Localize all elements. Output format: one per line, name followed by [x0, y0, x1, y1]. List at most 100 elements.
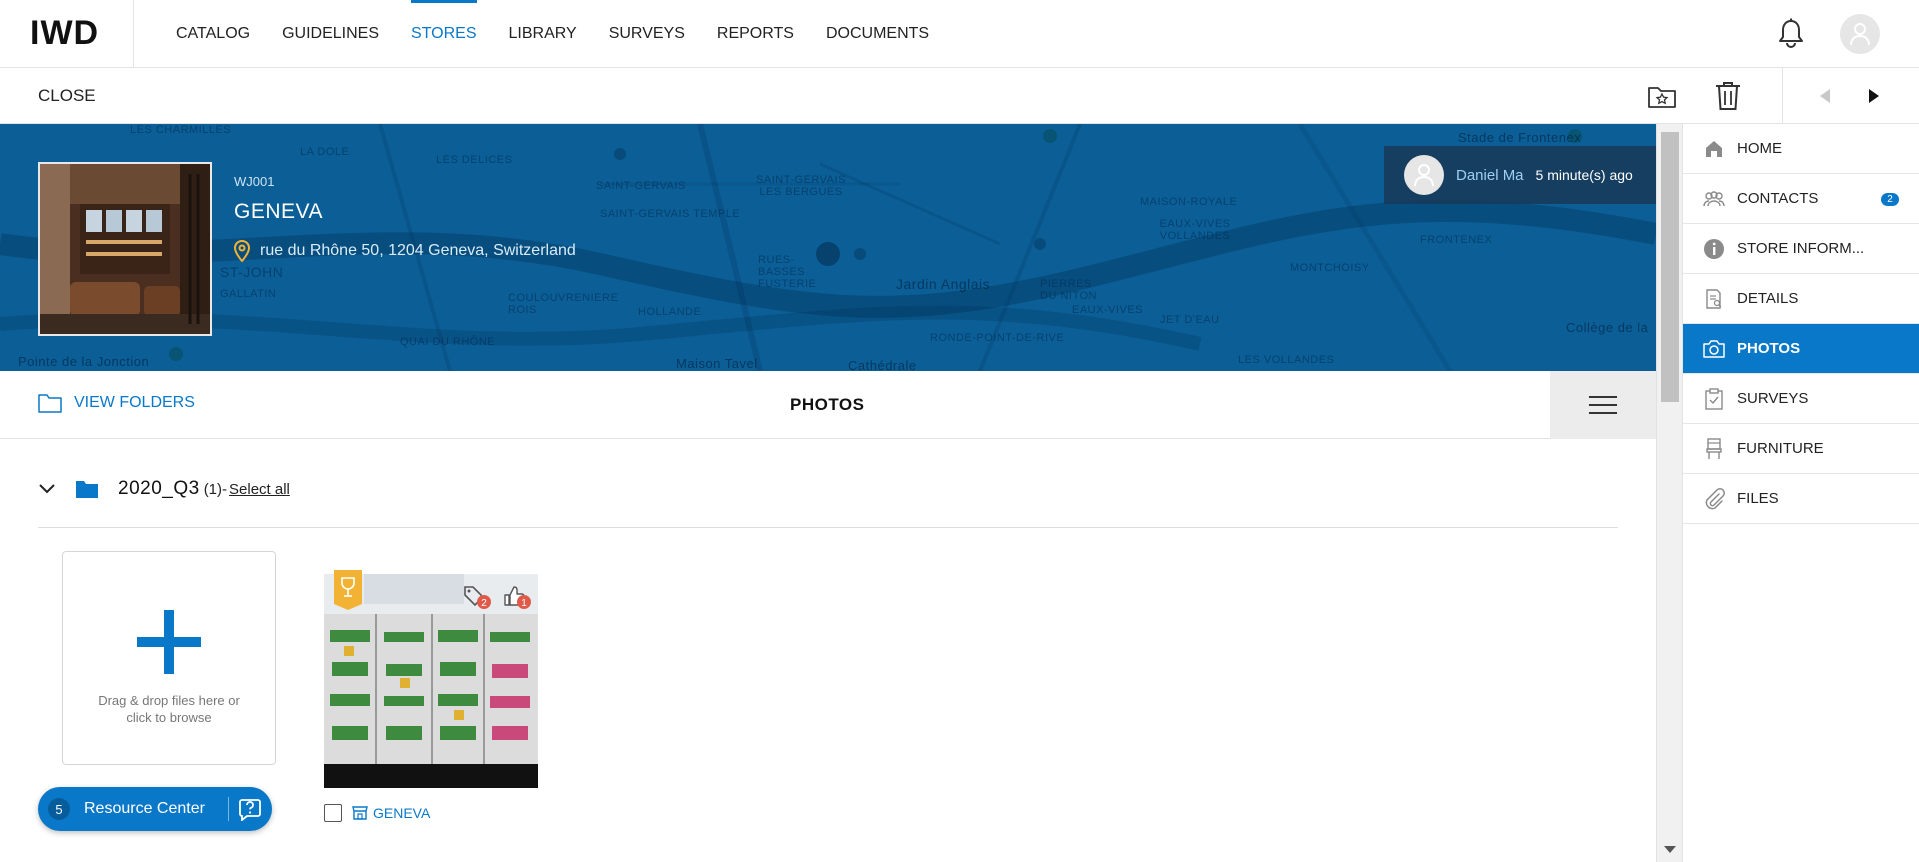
- menu-toggle-button[interactable]: [1550, 371, 1656, 439]
- sidebar-item-label: PHOTOS: [1737, 340, 1801, 357]
- folder-outline-icon: [38, 394, 62, 413]
- main-nav: CATALOG GUIDELINES STORES LIBRARY SURVEY…: [160, 0, 945, 68]
- chair-icon: [1703, 437, 1725, 460]
- user-avatar[interactable]: [1840, 14, 1880, 54]
- photos-header: VIEW FOLDERS PHOTOS: [0, 371, 1656, 439]
- map-label: QUAI DU RHÔNE: [400, 336, 496, 348]
- store-icon: [352, 806, 368, 820]
- sidebar-item-label: CONTACTS: [1737, 190, 1819, 207]
- resource-count-badge: 5: [48, 798, 70, 820]
- contacts-icon: [1703, 188, 1725, 210]
- help-chat-icon: [239, 799, 261, 821]
- toolbar-divider: [1782, 68, 1783, 124]
- sidebar-item-label: HOME: [1737, 140, 1782, 157]
- sidebar-item-label: FURNITURE: [1737, 440, 1824, 457]
- prev-arrow-icon[interactable]: [1809, 80, 1841, 112]
- activity-avatar: [1404, 155, 1444, 195]
- view-folders-button[interactable]: VIEW FOLDERS: [38, 393, 195, 413]
- vertical-scrollbar[interactable]: [1656, 124, 1682, 862]
- map-label: LES VOLLANDES: [1238, 354, 1335, 366]
- store-name: GENEVA: [234, 200, 323, 223]
- upload-instructions: Drag & drop files here or click to brows…: [98, 693, 240, 725]
- upload-dropzone[interactable]: Drag & drop files here or click to brows…: [62, 551, 276, 765]
- nav-reports[interactable]: REPORTS: [701, 0, 810, 68]
- map-label: HOLLANDE: [638, 306, 702, 318]
- sidebar-item-label: SURVEYS: [1737, 390, 1809, 407]
- map-label: Stade de Frontenex: [1458, 130, 1582, 145]
- user-icon: [1850, 23, 1870, 46]
- map-label: MAISON-ROYALE: [1140, 196, 1238, 208]
- map-label: Maison Tavel: [676, 356, 758, 371]
- map-label: ST-JOHN: [220, 264, 284, 280]
- resource-center-button[interactable]: 5 Resource Center: [38, 787, 272, 831]
- sidebar-item-contacts[interactable]: CONTACTS 2: [1683, 174, 1919, 224]
- plus-icon: [137, 610, 201, 674]
- bell-icon[interactable]: [1777, 18, 1805, 48]
- hamburger-icon: [1589, 396, 1617, 414]
- map-label: LA DOLE: [300, 146, 350, 158]
- map-label: COULOUVRENIERE ROIS: [508, 292, 619, 316]
- map-label: EAUX-VIVES VOLLANDES: [1159, 218, 1231, 242]
- store-sidebar: HOME CONTACTS 2 STORE INFORM... DETAILS …: [1682, 124, 1919, 862]
- store-address-text: rue du Rhône 50, 1204 Geneva, Switzerlan…: [260, 242, 576, 259]
- top-navigation-bar: IWD CATALOG GUIDELINES STORES LIBRARY SU…: [0, 0, 1919, 68]
- map-label: LES DELICES: [436, 154, 513, 166]
- nav-library[interactable]: LIBRARY: [493, 0, 593, 68]
- nav-surveys[interactable]: SURVEYS: [593, 0, 701, 68]
- map-label: Collège de la: [1566, 320, 1649, 335]
- sidebar-item-files[interactable]: FILES: [1683, 474, 1919, 524]
- activity-user[interactable]: Daniel Ma: [1456, 167, 1524, 184]
- map-label: GALLATIN: [220, 288, 277, 300]
- map-label: JET D'EAU: [1160, 314, 1220, 326]
- store-header-banner: LES CHARMILLES LA DOLE LES DELICES SAINT…: [0, 124, 1656, 371]
- folder-name: 2020_Q3: [118, 478, 200, 499]
- store-code: WJ001: [234, 174, 275, 189]
- map-label: Jardin Anglais: [896, 276, 991, 292]
- map-label: SAINT-GERVAIS: [596, 180, 686, 192]
- photo-select-checkbox[interactable]: [324, 804, 342, 822]
- next-arrow-icon[interactable]: [1858, 80, 1890, 112]
- folder-divider: [38, 527, 1618, 528]
- scrollbar-thumb[interactable]: [1661, 132, 1679, 402]
- map-label: RUES-BASSES FUSTERIE: [758, 254, 817, 290]
- clipboard-icon: [1703, 387, 1725, 410]
- select-all-link[interactable]: Select all: [229, 481, 290, 498]
- folder-star-icon[interactable]: [1646, 80, 1678, 112]
- photo-store-label: GENEVA: [373, 805, 431, 821]
- scroll-down-arrow-icon[interactable]: [1664, 846, 1676, 853]
- view-folders-label: VIEW FOLDERS: [74, 394, 195, 411]
- nav-catalog[interactable]: CATALOG: [160, 0, 266, 68]
- folder-row: 2020_Q3 (1)- Select all: [38, 478, 290, 500]
- sidebar-item-store-information[interactable]: STORE INFORM...: [1683, 224, 1919, 274]
- user-icon: [1414, 164, 1434, 187]
- map-label: MONTCHOISY: [1290, 262, 1370, 274]
- nav-guidelines[interactable]: GUIDELINES: [266, 0, 395, 68]
- sidebar-item-details[interactable]: DETAILS: [1683, 274, 1919, 324]
- sidebar-item-furniture[interactable]: FURNITURE: [1683, 424, 1919, 474]
- paperclip-icon: [1703, 487, 1725, 510]
- nav-stores[interactable]: STORES: [395, 0, 493, 68]
- trash-icon[interactable]: [1712, 80, 1744, 112]
- store-photo-thumbnail[interactable]: [38, 162, 212, 336]
- nav-documents[interactable]: DOCUMENTS: [810, 0, 945, 68]
- resource-center-label: Resource Center: [84, 800, 205, 817]
- map-label: SAINT-GERVAIS TEMPLE: [600, 208, 741, 220]
- page-title: PHOTOS: [790, 395, 865, 414]
- camera-icon: [1703, 338, 1725, 360]
- like-icon[interactable]: 1: [503, 585, 531, 609]
- folder-icon: [76, 481, 98, 498]
- tag-icon[interactable]: 2: [463, 585, 491, 609]
- home-icon: [1703, 138, 1725, 160]
- map-label: EAUX-VIVES: [1072, 304, 1144, 316]
- sidebar-item-photos[interactable]: PHOTOS: [1683, 324, 1919, 374]
- sidebar-item-surveys[interactable]: SURVEYS: [1683, 374, 1919, 424]
- sidebar-item-label: FILES: [1737, 490, 1779, 507]
- close-button[interactable]: CLOSE: [38, 86, 96, 106]
- map-label: Pointe de la Jonction: [18, 354, 150, 369]
- store-address[interactable]: rue du Rhône 50, 1204 Geneva, Switzerlan…: [234, 240, 576, 262]
- info-icon: [1703, 238, 1725, 260]
- chevron-down-icon[interactable]: [38, 480, 56, 498]
- app-logo[interactable]: IWD: [30, 14, 99, 52]
- photo-store-link[interactable]: GENEVA: [352, 805, 430, 821]
- sidebar-item-home[interactable]: HOME: [1683, 124, 1919, 174]
